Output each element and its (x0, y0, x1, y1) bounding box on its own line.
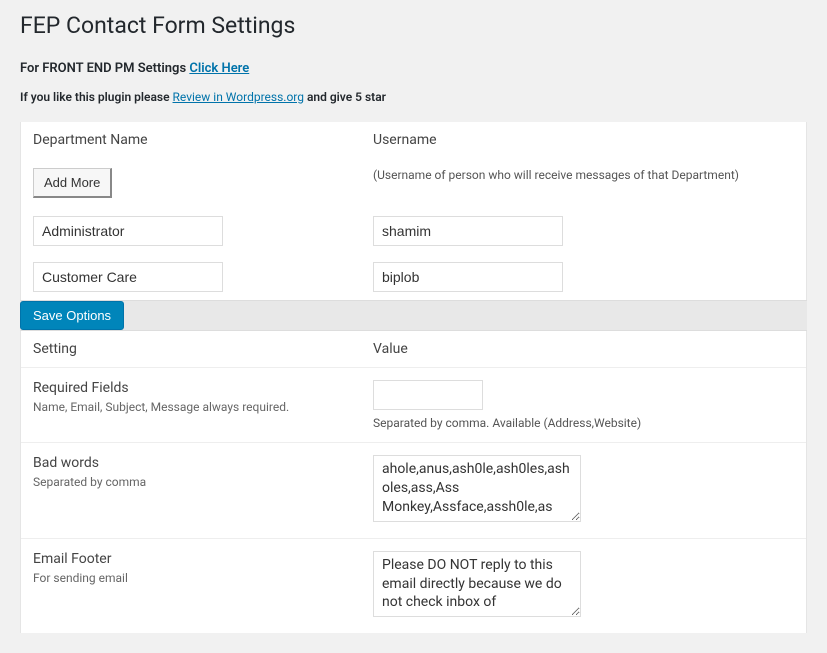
required-fields-input[interactable] (373, 380, 483, 410)
dept-header-name: Department Name (33, 132, 373, 148)
dept-name-input[interactable] (33, 216, 223, 246)
email-footer-textarea[interactable] (373, 551, 581, 618)
bad-words-desc: Separated by comma (33, 475, 353, 489)
intro-prefix: For FRONT END PM Settings (20, 61, 189, 76)
review-line: If you like this plugin please Review in… (20, 90, 807, 104)
page-title: FEP Contact Form Settings (20, 0, 807, 47)
add-more-button[interactable]: Add More (33, 168, 112, 198)
dept-name-input[interactable] (33, 262, 223, 292)
departments-panel: Department Name Username Add More (Usern… (20, 122, 807, 300)
required-fields-label: Required Fields (33, 380, 353, 396)
dept-username-input[interactable] (373, 262, 563, 292)
review-prefix: If you like this plugin please (20, 90, 173, 104)
email-footer-row: Email Footer For sending email (21, 539, 806, 634)
dept-header-username: Username (373, 132, 794, 148)
dept-row (21, 208, 806, 254)
bad-words-row: Bad words Separated by comma (21, 443, 806, 539)
departments-header-row: Department Name Username (21, 122, 806, 158)
review-suffix: and give 5 star (304, 90, 386, 104)
save-bar: Save Options (20, 300, 807, 331)
intro-line: For FRONT END PM Settings Click Here (20, 61, 807, 76)
add-more-row: Add More (Username of person who will re… (21, 158, 806, 208)
settings-link[interactable]: Click Here (189, 61, 249, 76)
settings-header-setting: Setting (33, 341, 373, 357)
dept-row (21, 254, 806, 300)
bad-words-label: Bad words (33, 455, 353, 471)
review-link[interactable]: Review in Wordpress.org (173, 90, 304, 104)
required-fields-hint: Separated by comma. Available (Address,W… (373, 416, 794, 430)
bad-words-textarea[interactable] (373, 455, 581, 522)
settings-header-value: Value (373, 341, 794, 357)
save-button[interactable]: Save Options (20, 301, 124, 330)
dept-username-input[interactable] (373, 216, 563, 246)
settings-panel: Setting Value Required Fields Name, Emai… (20, 331, 807, 633)
settings-header-row: Setting Value (21, 331, 806, 368)
required-fields-row: Required Fields Name, Email, Subject, Me… (21, 368, 806, 443)
required-fields-desc: Name, Email, Subject, Message always req… (33, 400, 353, 414)
email-footer-label: Email Footer (33, 551, 353, 567)
username-hint: (Username of person who will receive mes… (373, 168, 794, 198)
email-footer-desc: For sending email (33, 571, 353, 585)
